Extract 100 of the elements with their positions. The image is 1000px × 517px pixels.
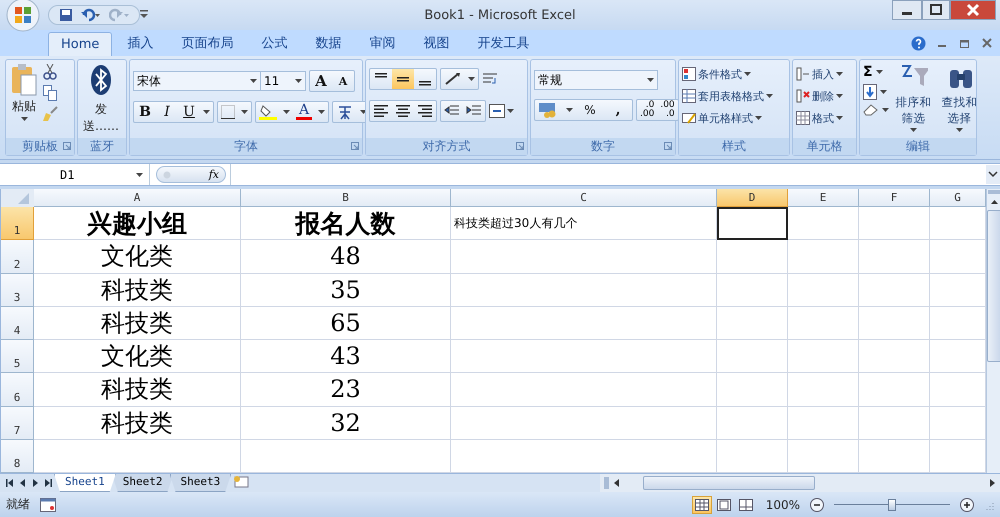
column-header[interactable]: F <box>859 189 930 207</box>
column-header[interactable]: B <box>241 189 451 207</box>
minimize-button[interactable] <box>892 0 922 20</box>
table-icon <box>682 89 696 103</box>
comma-button[interactable]: , <box>604 100 632 120</box>
font-name-field[interactable]: 宋体 <box>133 71 261 91</box>
undo-icon[interactable] <box>81 8 101 22</box>
expand-icon[interactable] <box>986 165 1000 184</box>
paste-button[interactable]: 粘贴 <box>9 64 39 121</box>
row-header[interactable]: 7 <box>1 406 34 440</box>
decrease-decimal-button[interactable]: .00 .0 <box>657 101 678 119</box>
ribbon-tab[interactable]: 插入 <box>114 29 166 56</box>
ribbon-tab[interactable]: 页面布局 <box>168 29 246 56</box>
scroll-left-icon[interactable] <box>613 478 621 488</box>
eraser-icon[interactable] <box>863 104 879 116</box>
column-header[interactable]: C <box>451 189 717 207</box>
border-icon[interactable] <box>218 105 238 119</box>
sheet-tab[interactable]: Sheet3 <box>170 474 232 492</box>
zoom-in-icon[interactable] <box>960 498 974 512</box>
command-button[interactable]: 插入 <box>796 64 843 84</box>
ribbon-tab[interactable]: 视图 <box>410 29 462 56</box>
row-header[interactable]: 1 <box>1 207 34 240</box>
insert-function-button[interactable]: fx <box>208 168 219 181</box>
caret-icon <box>766 94 773 98</box>
office-button[interactable] <box>6 0 40 32</box>
close-button[interactable] <box>950 0 996 20</box>
send-button[interactable]: 发 送…… <box>81 64 121 135</box>
font-size-field[interactable]: 11 <box>260 71 306 91</box>
italic-button[interactable]: I <box>156 102 178 122</box>
caret-icon <box>836 116 843 120</box>
row-header[interactable]: 4 <box>1 306 34 340</box>
group-label: 数字 <box>591 138 615 155</box>
find-select-button[interactable]: 查找和选择 <box>938 64 982 132</box>
caret-icon <box>956 128 964 132</box>
increase-decimal-button[interactable]: .0 .00 <box>637 101 658 119</box>
percent-button[interactable]: % <box>576 100 604 120</box>
command-button[interactable]: 删除 <box>796 86 843 106</box>
shrink-font-button[interactable]: A <box>332 71 354 91</box>
merge-cells-icon[interactable] <box>489 104 505 118</box>
table-cell <box>717 240 788 274</box>
sheet-tab[interactable]: Sheet2 <box>112 474 174 492</box>
command-button[interactable]: 套用表格格式 <box>682 86 773 106</box>
restore-icon[interactable] <box>960 38 970 48</box>
scissors-icon[interactable] <box>43 64 57 80</box>
command-button[interactable]: 条件格式 <box>682 64 751 84</box>
column-header[interactable]: G <box>930 189 986 207</box>
ribbon-tab[interactable]: Home <box>48 32 112 56</box>
row-header[interactable]: 5 <box>1 340 34 374</box>
ribbon-tab[interactable]: 公式 <box>248 29 300 56</box>
middle-align-icon[interactable] <box>392 69 414 89</box>
zoom-out-icon[interactable] <box>810 498 824 512</box>
selected-cell[interactable] <box>717 207 788 240</box>
next-sheet-icon[interactable] <box>32 478 39 488</box>
split-handle-icon[interactable] <box>604 477 609 489</box>
brush-icon[interactable] <box>42 106 58 122</box>
group-label: 蓝牙 <box>90 138 114 155</box>
split-handle-icon[interactable] <box>988 189 1000 195</box>
bold-button[interactable]: B <box>134 102 156 122</box>
row-header[interactable]: 2 <box>1 240 34 274</box>
first-sheet-icon[interactable] <box>6 478 13 488</box>
fill-color-icon[interactable] <box>256 104 280 120</box>
column-header[interactable]: D <box>717 189 788 207</box>
autosum-button[interactable]: Σ <box>863 64 873 80</box>
last-sheet-icon[interactable] <box>45 478 52 488</box>
caret-icon <box>250 79 257 83</box>
maximize-button[interactable] <box>922 0 950 20</box>
group-label: 剪贴板 <box>22 138 58 155</box>
table-cell: 32 <box>241 406 451 440</box>
ribbon-tab[interactable]: 审阅 <box>356 29 408 56</box>
command-button[interactable]: 格式 <box>796 108 843 128</box>
zoom-slider[interactable] <box>834 498 950 510</box>
normal-view-icon[interactable] <box>692 496 712 514</box>
ribbon-tab[interactable]: 数据 <box>302 29 354 56</box>
table-cell <box>717 406 788 440</box>
save-icon[interactable] <box>59 8 73 22</box>
previous-sheet-icon[interactable] <box>19 478 26 488</box>
number-format-field[interactable]: 常规 <box>534 70 658 90</box>
row-header[interactable]: 6 <box>1 373 34 406</box>
customize-icon[interactable] <box>140 10 148 20</box>
scroll-right-icon[interactable] <box>988 478 996 488</box>
scrollbar-thumb[interactable] <box>643 476 815 490</box>
row-header[interactable]: 8 <box>1 440 34 473</box>
column-header[interactable]: A <box>34 189 241 207</box>
close-icon[interactable] <box>982 38 992 48</box>
sheet-tab[interactable]: Sheet1 <box>54 474 116 492</box>
underline-button[interactable]: U <box>178 102 200 122</box>
copy-icon[interactable] <box>43 85 57 101</box>
caret-icon <box>876 70 883 74</box>
fill-down-icon[interactable] <box>863 84 877 100</box>
ribbon-tab[interactable]: 开发工具 <box>464 29 542 56</box>
name-box[interactable]: D1 <box>0 164 150 185</box>
column-header[interactable]: E <box>788 189 859 207</box>
help-icon[interactable] <box>911 36 926 50</box>
row-header[interactable]: 3 <box>1 274 34 307</box>
grow-font-button[interactable]: A <box>310 71 332 91</box>
macro-record-icon[interactable] <box>40 498 56 512</box>
command-button[interactable]: 单元格样式 <box>682 108 762 128</box>
sort-filter-button[interactable]: 排序和筛选 <box>892 64 936 132</box>
caret-icon <box>744 72 751 76</box>
scrollbar-thumb[interactable] <box>987 210 1000 362</box>
